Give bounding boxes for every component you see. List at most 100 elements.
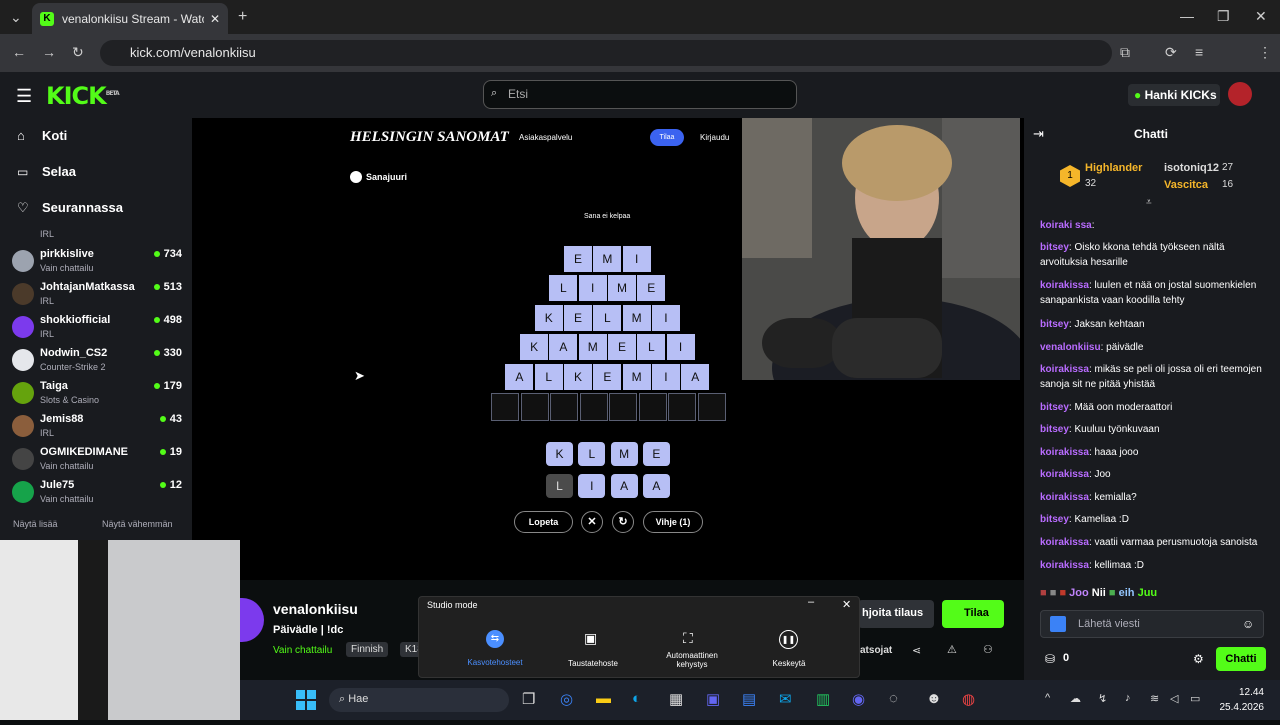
app-icon[interactable]: ◌ [889,690,898,707]
expand-leaderboard-icon[interactable]: ⩡ [1146,197,1152,208]
mail-icon[interactable]: ✉ [779,690,792,708]
app-icon[interactable]: ◎ [560,690,573,708]
clock-date[interactable]: 25.4.2026 [1200,702,1265,713]
file-explorer-icon[interactable]: ▬ [596,690,611,707]
chat-username[interactable]: bitsey [1040,514,1069,525]
background-effect-label[interactable]: Taustatehoste [553,659,633,668]
extensions-icon[interactable]: ⧉ [1120,44,1130,61]
sync-icon[interactable]: ⟳ [1165,44,1177,61]
collapse-chat-icon[interactable]: ⇥ [1033,126,1044,142]
stream-category[interactable]: Vain chattailu [273,645,332,656]
share-icon[interactable]: ⋖ [912,644,921,657]
studio-close-icon[interactable]: ✕ [842,598,851,611]
edge-icon[interactable]: ◐ [632,690,641,707]
report-icon[interactable]: ⚠ [947,643,957,656]
sidebar-channel[interactable]: OGMIKEDIMANE Vain chattailu 19 [12,446,182,479]
nav-home[interactable]: Koti [42,128,67,143]
send-chat-button[interactable]: Chatti [1216,647,1266,671]
auto-framing-icon[interactable]: ⛶ [683,630,693,647]
chat-settings-icon[interactable]: ⚙ [1193,652,1204,666]
chat-username[interactable]: bitsey [1040,319,1069,330]
chat-username[interactable]: koirakissa [1040,560,1089,571]
kicks-wallet-icon[interactable]: ⛁ [1045,652,1055,666]
subscribe-button[interactable]: Tilaa [942,600,1004,628]
face-effects-label[interactable]: Kasvotehosteet [455,658,535,667]
background-effect-icon[interactable]: ▣ [584,630,597,647]
tray-app-icon[interactable]: ☁ [1070,692,1081,705]
gifter-name[interactable]: isotoniq12 [1164,162,1219,174]
sidebar-channel[interactable]: Taiga Slots & Casino 179 [12,380,182,413]
reload-icon[interactable]: ↻ [72,44,84,61]
nav-browse[interactable]: Selaa [42,164,76,179]
sidebar-channel[interactable]: IRL [12,226,182,242]
show-more-link[interactable]: Näytä lisää [13,519,58,529]
chat-input[interactable] [1040,610,1264,638]
menu-dots-icon[interactable]: ⋮ [1258,44,1272,61]
search-input[interactable]: Etsi [483,80,797,109]
sidebar-channel[interactable]: pirkkislive Vain chattailu 734 [12,248,182,281]
wifi-icon[interactable]: ≋ [1150,692,1159,705]
chat-username[interactable]: bitsey [1040,402,1069,413]
profile-icon[interactable]: ⚇ [983,643,993,656]
show-less-link[interactable]: Näytä vähemmän [102,519,173,529]
microphone-icon[interactable]: ♪ [1125,692,1131,704]
chat-username[interactable]: koirakissa [1040,537,1089,548]
tray-expand-icon[interactable]: ^ [1045,692,1050,704]
auto-framing-label[interactable]: Automaattinen kehystys [652,651,732,669]
store-icon[interactable]: ▦ [669,690,683,708]
volume-icon[interactable]: ◁ [1170,692,1178,705]
face-effects-icon[interactable]: ⇆ [486,630,504,648]
nav-following[interactable]: Seurannassa [42,200,123,215]
pause-icon[interactable]: ❚❚ [779,630,798,649]
hamburger-menu-icon[interactable]: ☰ [16,86,32,107]
chat-username[interactable]: koiraki ssa [1040,220,1092,231]
studio-minimize-icon[interactable]: – [808,596,814,608]
emoji-picker-icon[interactable]: ☺ [1242,617,1254,631]
tab-search-icon[interactable]: ⌄ [10,9,22,26]
app-icon[interactable]: ☻ [926,690,942,707]
streamer-name[interactable]: venalonkiisu [273,601,358,617]
sidebar-channel[interactable]: shokkiofficial IRL 498 [12,314,182,347]
sidebar-channel[interactable]: Nodwin_CS2 Counter-Strike 2 330 [12,347,182,380]
sidebar-channel[interactable]: JohtajanMatkassa IRL 513 [12,281,182,314]
chat-username[interactable]: bitsey [1040,424,1069,435]
chat-username[interactable]: koirakissa [1040,364,1089,375]
pause-label[interactable]: Keskeytä [749,659,829,668]
chat-username[interactable]: koirakissa [1040,469,1089,480]
emote-icon[interactable]: ■ [1059,587,1066,599]
url-field[interactable]: kick.com/venalonkiisu [100,40,1112,66]
user-avatar[interactable] [1228,82,1252,106]
taskbar-search[interactable]: ⌕ Hae [329,688,509,712]
emote-juu[interactable]: Juu [1138,587,1158,599]
get-kicks-button[interactable]: ● Hanki KICKs [1128,84,1220,106]
gift-sub-button[interactable]: hjoita tilaus [858,600,934,628]
chat-username[interactable]: bitsey [1040,242,1069,253]
chat-username[interactable]: koirakissa [1040,447,1089,458]
media-icon[interactable]: ≡ [1195,44,1203,60]
emote-nii[interactable]: Nii [1092,587,1106,599]
forward-icon[interactable]: → [42,44,56,60]
sidebar-channel[interactable]: Jule75 Vain chattailu 12 [12,479,182,512]
tray-app-icon[interactable]: ↯ [1098,692,1107,705]
back-icon[interactable]: ← [12,44,26,60]
sidebar-channel[interactable]: Jemis88 IRL 43 [12,413,182,446]
emote-icon[interactable]: ■ [1109,587,1116,599]
chat-username[interactable]: koirakissa [1040,492,1089,503]
close-window-icon[interactable]: ✕ [1255,8,1267,25]
app-icon[interactable]: ▥ [816,690,830,708]
emote-joo[interactable]: Joo [1069,587,1089,599]
close-tab-icon[interactable]: ✕ [210,12,220,26]
task-view-icon[interactable]: ❐ [522,690,535,708]
new-tab-icon[interactable]: + [238,8,247,26]
top-gifter-name[interactable]: Highlander [1085,162,1142,174]
discord-icon[interactable]: ◉ [852,690,865,708]
minimize-icon[interactable]: — [1180,8,1194,24]
battery-icon[interactable]: ▭ [1190,692,1200,705]
active-tab[interactable]: K venalonkiisu Stream - Watch Li ✕ [32,3,228,34]
emote-eih[interactable]: eih [1119,587,1135,599]
viewers-link[interactable]: atsojat [860,645,892,656]
tag-finnish[interactable]: Finnish [346,642,389,657]
chat-username[interactable]: koirakissa [1040,280,1089,291]
app-icon[interactable]: ▤ [742,690,756,708]
chrome-icon[interactable]: ◍ [962,690,975,708]
